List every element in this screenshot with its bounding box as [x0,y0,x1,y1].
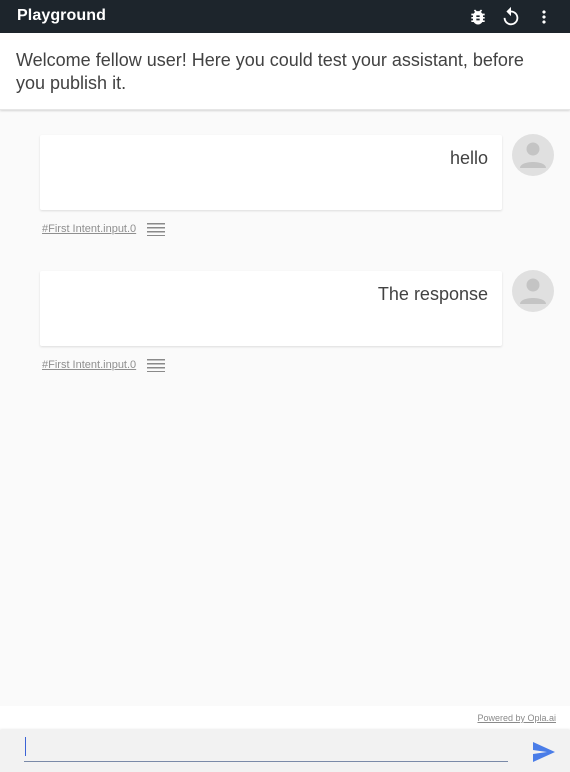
list-icon[interactable] [147,358,166,372]
toolbar-actions [465,4,556,29]
composer [0,730,570,772]
send-button[interactable] [532,741,556,763]
footer: Powered by Opla.ai [0,706,570,730]
refresh-icon [503,6,518,25]
message-input[interactable] [24,736,508,762]
text-caret [25,737,26,756]
message-text: hello [449,148,488,168]
message-bubble: The response [40,271,502,346]
more-vert-icon [541,9,546,24]
message-text: The response [377,284,488,304]
user-avatar-icon [520,142,546,168]
welcome-text: Welcome fellow user! Here you could test… [16,50,524,93]
intent-link[interactable]: #First Intent.input.0 [42,359,136,371]
user-avatar-icon [520,278,546,304]
page-title: Playground [17,7,107,24]
intent-link[interactable]: #First Intent.input.0 [42,223,136,235]
bug-icon [470,9,485,24]
message-bubble: hello [40,135,502,210]
reset-button[interactable] [498,4,523,29]
avatar [512,270,554,312]
list-icon[interactable] [147,222,166,236]
send-icon [533,742,555,762]
playground-app: Playground Welcome fellow user! Here you… [0,0,570,772]
powered-by-link[interactable]: Powered by Opla.ai [477,713,556,723]
message-meta: #First Intent.input.0 [42,358,166,372]
avatar [512,134,554,176]
message-meta: #First Intent.input.0 [42,222,166,236]
more-options-button[interactable] [531,4,556,29]
top-bar: Playground [0,0,570,33]
debug-button[interactable] [465,4,490,29]
welcome-banner: Welcome fellow user! Here you could test… [0,33,570,110]
